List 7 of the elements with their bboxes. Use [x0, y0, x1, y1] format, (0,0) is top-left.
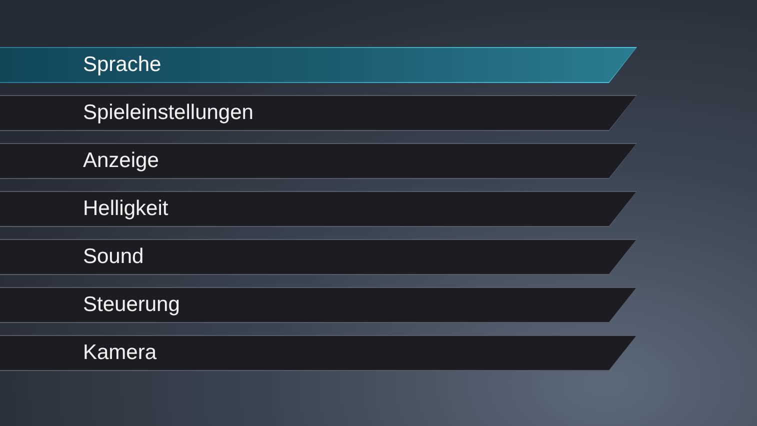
- menu-item[interactable]: Spieleinstellungen: [0, 95, 637, 131]
- menu-item[interactable]: Anzeige: [0, 143, 637, 179]
- menu-item[interactable]: Sound: [0, 239, 637, 275]
- menu-item[interactable]: Helligkeit: [0, 191, 637, 227]
- menu-item[interactable]: Kamera: [0, 335, 637, 371]
- menu-item[interactable]: Steuerung: [0, 287, 637, 323]
- menu-item[interactable]: Sprache: [0, 47, 637, 83]
